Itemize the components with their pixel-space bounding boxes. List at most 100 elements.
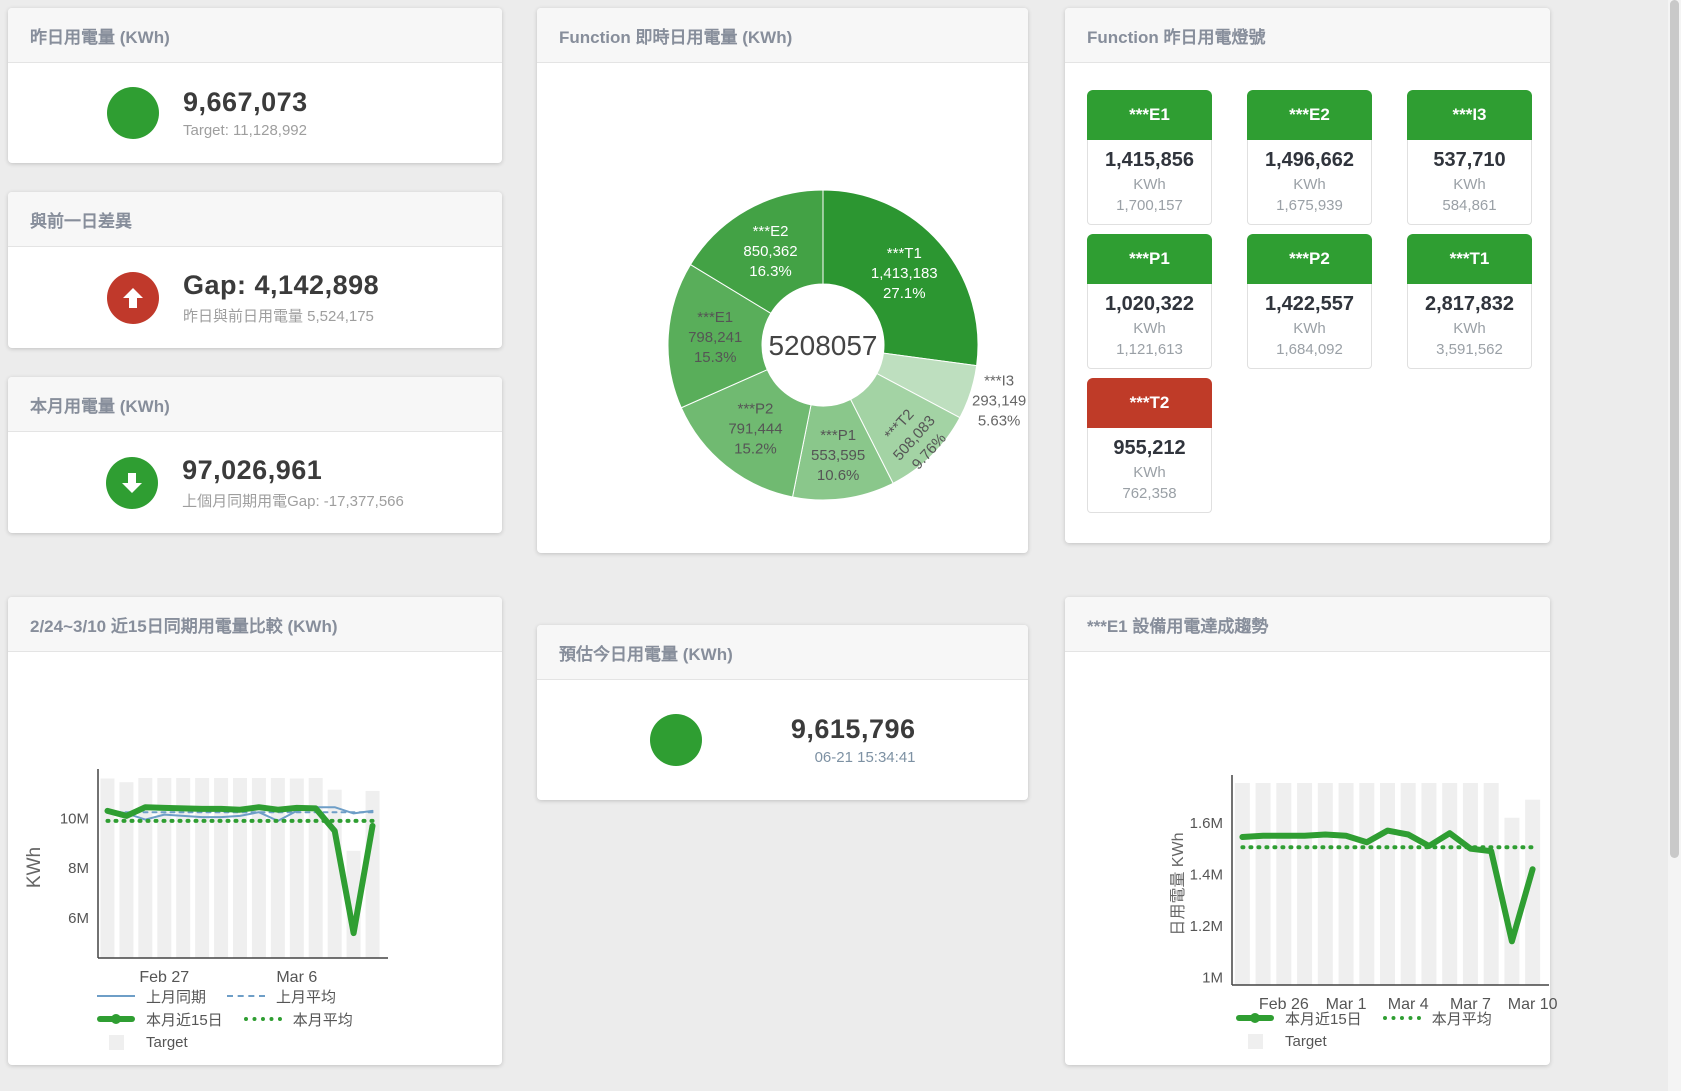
gray-swatch-icon — [96, 1035, 136, 1050]
comparison-chart-legend: 上月同期 上月平均 本月近15日 本月平均 — [96, 986, 353, 1052]
stat-value: 9,615,796 — [726, 714, 916, 745]
card-month-usage: 本月用電量 (KWh) 97,026,961 上個月同期用電Gap: -17,3… — [8, 377, 502, 533]
stat-subtext: Target: 11,128,992 — [183, 122, 403, 139]
card-title: 預估今日用電量 (KWh) — [537, 625, 1028, 680]
card-title: Function 即時日用電量 (KWh) — [537, 8, 1028, 63]
tile-target-value: 1,121,613 — [1088, 341, 1211, 358]
tile-value: 955,212 — [1088, 437, 1211, 460]
tile-header: ***P1 — [1087, 234, 1212, 284]
card-title: 昨日用電量 (KWh) — [8, 8, 502, 63]
tile-value: 1,496,662 — [1248, 149, 1371, 172]
status-circle — [107, 87, 159, 139]
card-15day-comparison: 2/24~3/10 近15日同期用電量比較 (KWh) 6M 8M 10M Feb 2… — [8, 597, 502, 1065]
legend-item-target[interactable]: Target — [1235, 1031, 1327, 1051]
card-title: 與前一日差異 — [8, 192, 502, 247]
tile-unit: KWh — [1248, 176, 1371, 193]
light-tile-p1: ***P1 1,020,322 KWh 1,121,613 — [1087, 234, 1212, 369]
card-e1-trend: ***E1 設備用電達成趨勢 1M1.2M1.4M1.6MFeb 26Mar 1… — [1065, 597, 1550, 1065]
legend-item-target[interactable]: Target — [96, 1032, 188, 1052]
light-tile-t2: ***T2 955,212 KWh 762,358 — [1087, 378, 1212, 513]
legend-item-this-month-15days[interactable]: 本月近15日 — [1235, 1008, 1362, 1028]
status-circle — [650, 714, 702, 766]
card-title: Function 昨日用電燈號 — [1065, 8, 1550, 63]
light-tile-t1: ***T1 2,817,832 KWh 3,591,562 — [1407, 234, 1532, 369]
donut-slice-label: ***I3293,1495.63% — [972, 373, 1026, 430]
green-dotted-line-icon — [243, 1017, 283, 1021]
legend-item-this-month-average[interactable]: 本月平均 — [243, 1009, 353, 1029]
card-realtime-usage-donut: Function 即時日用電量 (KWh) ***T11,413,18327.1… — [537, 8, 1028, 553]
down-arrow-icon — [106, 457, 158, 509]
tile-unit: KWh — [1088, 176, 1211, 193]
card-gap-previous-day: 與前一日差異 Gap: 4,142,898 昨日與前日用電量 5,524,175 — [8, 192, 502, 348]
stat-subtext: 昨日與前日用電量 5,524,175 — [183, 305, 403, 326]
tile-unit: KWh — [1248, 320, 1371, 337]
light-tile-p2: ***P2 1,422,557 KWh 1,684,092 — [1247, 234, 1372, 369]
tile-header: ***I3 — [1407, 90, 1532, 140]
page-scrollbar[interactable] — [1668, 0, 1681, 1091]
scrollbar-thumb[interactable] — [1670, 0, 1679, 858]
svg-text:KWh: KWh — [24, 847, 45, 888]
tile-value: 2,817,832 — [1408, 293, 1531, 316]
tile-header: ***E1 — [1087, 90, 1212, 140]
light-tile-i3: ***I3 537,710 KWh 584,861 — [1407, 90, 1532, 225]
tile-value: 1,422,557 — [1248, 293, 1371, 316]
green-dotted-line-icon — [1382, 1016, 1422, 1020]
tile-target-value: 762,358 — [1088, 485, 1211, 502]
realtime-usage-donut-chart[interactable]: ***T11,413,18327.1%***I3293,1495.63%***T… — [537, 63, 1028, 553]
green-thick-line-icon — [96, 1016, 136, 1022]
light-tile-e1: ***E1 1,415,856 KWh 1,700,157 — [1087, 90, 1212, 225]
blue-line-icon — [96, 995, 136, 997]
tile-header: ***E2 — [1247, 90, 1372, 140]
blue-dashed-line-icon — [226, 995, 266, 997]
tile-target-value: 1,684,092 — [1248, 341, 1371, 358]
donut-center-total: 5208057 — [768, 330, 877, 361]
tile-header: ***P2 — [1247, 234, 1372, 284]
tile-value: 1,020,322 — [1088, 293, 1211, 316]
lights-grid: ***E1 1,415,856 KWh 1,700,157 ***E2 1,49… — [1065, 63, 1550, 513]
svg-text:Mar 10: Mar 10 — [1508, 996, 1558, 1013]
stat-value: 97,026,961 — [182, 455, 404, 486]
legend-item-last-month-average[interactable]: 上月平均 — [226, 986, 336, 1006]
stat-subtext: 上個月同期用電Gap: -17,377,566 — [182, 490, 404, 511]
svg-text:Feb 27: Feb 27 — [139, 969, 189, 986]
tile-target-value: 3,591,562 — [1408, 341, 1531, 358]
svg-text:1.2M: 1.2M — [1190, 918, 1223, 935]
up-arrow-icon — [107, 272, 159, 324]
light-tile-e2: ***E2 1,496,662 KWh 1,675,939 — [1247, 90, 1372, 225]
card-title: 本月用電量 (KWh) — [8, 377, 502, 432]
card-today-estimate: 預估今日用電量 (KWh) 9,615,796 06-21 15:34:41 — [537, 625, 1028, 800]
svg-text:1.4M: 1.4M — [1190, 866, 1223, 883]
e1-trend-chart[interactable]: 1M1.2M1.4M1.6MFeb 26Mar 1Mar 4Mar 7Mar 1… — [1065, 652, 1550, 1065]
tile-value: 537,710 — [1408, 149, 1531, 172]
svg-text:Mar 6: Mar 6 — [276, 969, 317, 986]
stat-value: Gap: 4,142,898 — [183, 270, 403, 301]
stat-value: 9,667,073 — [183, 87, 403, 118]
svg-text:1.6M: 1.6M — [1190, 815, 1223, 832]
tile-unit: KWh — [1408, 176, 1531, 193]
tile-unit: KWh — [1408, 320, 1531, 337]
tile-unit: KWh — [1088, 320, 1211, 337]
legend-item-this-month-average[interactable]: 本月平均 — [1382, 1008, 1492, 1028]
card-title: 2/24~3/10 近15日同期用電量比較 (KWh) — [8, 597, 502, 652]
trend-chart-legend: 本月近15日 本月平均 Target — [1235, 1008, 1492, 1051]
tile-target-value: 1,700,157 — [1088, 197, 1211, 214]
tile-target-value: 584,861 — [1408, 197, 1531, 214]
svg-text:1M: 1M — [1202, 969, 1223, 986]
tile-header: ***T1 — [1407, 234, 1532, 284]
tile-target-value: 1,675,939 — [1248, 197, 1371, 214]
card-yesterday-usage: 昨日用電量 (KWh) 9,667,073 Target: 11,128,992 — [8, 8, 502, 163]
svg-text:10M: 10M — [60, 810, 89, 827]
legend-item-this-month-15days[interactable]: 本月近15日 — [96, 1009, 223, 1029]
svg-text:日用電量 KWh: 日用電量 KWh — [1170, 832, 1187, 935]
svg-text:8M: 8M — [68, 860, 89, 877]
green-thick-line-icon — [1235, 1015, 1275, 1021]
svg-text:6M: 6M — [68, 910, 89, 927]
tile-value: 1,415,856 — [1088, 149, 1211, 172]
card-yesterday-lights: Function 昨日用電燈號 ***E1 1,415,856 KWh 1,70… — [1065, 8, 1550, 543]
card-title: ***E1 設備用電達成趨勢 — [1065, 597, 1550, 652]
tile-unit: KWh — [1088, 464, 1211, 481]
estimate-timestamp: 06-21 15:34:41 — [726, 749, 916, 766]
gray-swatch-icon — [1235, 1034, 1275, 1049]
legend-item-last-month-same-period[interactable]: 上月同期 — [96, 986, 206, 1006]
tile-header: ***T2 — [1087, 378, 1212, 428]
